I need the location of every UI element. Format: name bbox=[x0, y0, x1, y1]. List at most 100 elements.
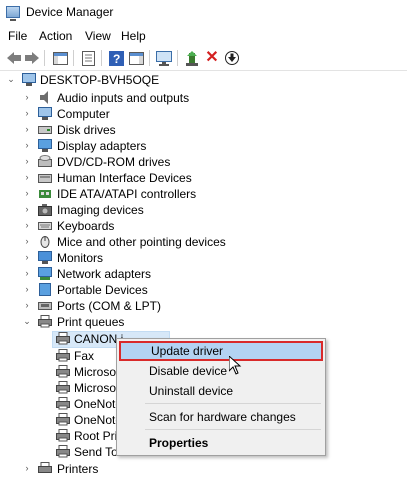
expand-chevron-icon[interactable]: › bbox=[22, 124, 32, 134]
printer-icon bbox=[38, 462, 52, 475]
properties-sheet-icon[interactable] bbox=[80, 50, 96, 66]
mouse-icon bbox=[38, 235, 52, 248]
uninstall-x-icon[interactable]: ✕ bbox=[204, 50, 220, 66]
context-menu: Update driver Disable device Uninstall d… bbox=[116, 338, 326, 456]
tree-category[interactable]: › Audio inputs and outputs bbox=[0, 90, 407, 106]
printer-icon bbox=[56, 381, 70, 394]
tree-category[interactable]: › Monitors bbox=[0, 250, 407, 266]
device-manager-icon bbox=[6, 6, 20, 21]
tree-category-label: Keyboards bbox=[57, 219, 115, 233]
properties-label: Properties bbox=[149, 436, 209, 450]
tree-category-label: Ports (COM & LPT) bbox=[57, 299, 162, 313]
toolbar-separator bbox=[44, 50, 45, 66]
ide-controller-icon bbox=[38, 187, 52, 200]
toolbar-separator bbox=[177, 50, 178, 66]
tree-category-label: Imaging devices bbox=[57, 203, 144, 217]
tree-category[interactable]: › Network adapters bbox=[0, 266, 407, 282]
scan-hardware-menu-item[interactable]: Scan for hardware changes bbox=[117, 407, 325, 427]
update-driver-label: Update driver bbox=[151, 344, 224, 358]
print-queue-item-label: OneNote bbox=[74, 413, 123, 427]
tree-category[interactable]: › Human Interface Devices bbox=[0, 170, 407, 186]
camera-icon bbox=[38, 203, 52, 216]
expand-chevron-icon[interactable]: › bbox=[22, 236, 32, 246]
keyboard-icon bbox=[38, 219, 52, 232]
expand-chevron-icon[interactable]: › bbox=[22, 204, 32, 214]
forward-arrow-icon[interactable] bbox=[24, 50, 40, 66]
expand-chevron-icon[interactable]: › bbox=[22, 284, 32, 294]
update-driver-menu-item[interactable]: Update driver bbox=[119, 341, 323, 361]
printer-icon bbox=[56, 397, 70, 410]
network-adapter-icon bbox=[38, 267, 52, 280]
print-queue-item-label: Microsof bbox=[74, 365, 120, 379]
expand-chevron-icon[interactable]: › bbox=[22, 188, 32, 198]
expand-chevron-icon[interactable]: › bbox=[22, 220, 32, 230]
tree-category-label: Human Interface Devices bbox=[57, 171, 192, 185]
action-pane-icon[interactable] bbox=[128, 50, 144, 66]
expand-chevron-icon[interactable]: › bbox=[22, 300, 32, 310]
tree-category-label: IDE ATA/ATAPI controllers bbox=[57, 187, 197, 201]
menu-help[interactable]: Help bbox=[121, 29, 146, 43]
portable-device-icon bbox=[38, 283, 52, 296]
svg-text:?: ? bbox=[113, 52, 120, 66]
show-hide-tree-icon[interactable] bbox=[52, 50, 68, 66]
expand-chevron-icon[interactable]: › bbox=[22, 252, 32, 262]
printer-icon bbox=[38, 315, 52, 328]
expand-chevron-icon[interactable]: › bbox=[22, 463, 32, 473]
tree-category[interactable]: › Display adapters bbox=[0, 138, 407, 154]
tree-category[interactable]: › DVD/CD-ROM drives bbox=[0, 154, 407, 170]
tree-category-expanded[interactable]: ⌄ Print queues bbox=[0, 314, 407, 330]
tree-category[interactable]: › Mice and other pointing devices bbox=[0, 234, 407, 250]
tree-category-label: Display adapters bbox=[57, 139, 147, 153]
disable-device-menu-item[interactable]: Disable device bbox=[117, 361, 325, 381]
tree-category[interactable]: › IDE ATA/ATAPI controllers bbox=[0, 186, 407, 202]
tree-category-label: Audio inputs and outputs bbox=[57, 91, 190, 105]
toolbar: ? ✕ bbox=[0, 46, 407, 71]
collapse-chevron-icon[interactable]: ⌄ bbox=[22, 316, 32, 326]
scan-hardware-label: Scan for hardware changes bbox=[149, 410, 296, 424]
monitor-icon bbox=[38, 251, 52, 264]
collapse-chevron-icon[interactable]: ⌄ bbox=[6, 74, 16, 84]
expand-chevron-icon[interactable]: › bbox=[22, 108, 32, 118]
uninstall-device-label: Uninstall device bbox=[149, 384, 234, 398]
tree-category-label: Computer bbox=[57, 107, 110, 121]
expand-chevron-icon[interactable]: › bbox=[22, 92, 32, 102]
tree-category[interactable]: › Disk drives bbox=[0, 122, 407, 138]
dvd-drive-icon bbox=[38, 155, 52, 168]
uninstall-device-menu-item[interactable]: Uninstall device bbox=[117, 381, 325, 401]
menu-view[interactable]: View bbox=[85, 29, 111, 43]
tree-category-label: Mice and other pointing devices bbox=[57, 235, 226, 249]
tree-root-label: DESKTOP-BVH5OQE bbox=[40, 73, 160, 87]
print-queue-item-label: OneNote bbox=[74, 397, 123, 411]
expand-chevron-icon[interactable]: › bbox=[22, 172, 32, 182]
toolbar-separator bbox=[149, 50, 150, 66]
tree-category[interactable]: › Portable Devices bbox=[0, 282, 407, 298]
scan-hardware-icon[interactable] bbox=[156, 50, 172, 66]
menu-action[interactable]: Action bbox=[39, 29, 72, 43]
tree-category-label: Network adapters bbox=[57, 267, 152, 281]
expand-chevron-icon[interactable]: › bbox=[22, 268, 32, 278]
menu-separator bbox=[145, 403, 321, 404]
display-adapter-icon bbox=[38, 139, 52, 152]
tree-category[interactable]: › Printers bbox=[0, 461, 407, 477]
hid-icon bbox=[38, 171, 52, 184]
tree-category[interactable]: › Keyboards bbox=[0, 218, 407, 234]
disk-drive-icon bbox=[38, 123, 52, 136]
back-arrow-icon[interactable] bbox=[6, 50, 22, 66]
help-icon[interactable]: ? bbox=[108, 50, 124, 66]
tree-category-label: Print queues bbox=[57, 315, 125, 329]
tree-category[interactable]: › Computer bbox=[0, 106, 407, 122]
properties-menu-item[interactable]: Properties bbox=[117, 433, 325, 453]
tree-root[interactable]: ⌄ DESKTOP-BVH5OQE bbox=[0, 72, 407, 88]
tree-category-label: DVD/CD-ROM drives bbox=[57, 155, 171, 169]
window-title: Device Manager bbox=[26, 5, 114, 19]
enable-device-icon[interactable] bbox=[224, 50, 240, 66]
expand-chevron-icon[interactable]: › bbox=[22, 140, 32, 150]
update-driver-icon[interactable] bbox=[184, 50, 200, 66]
tree-category[interactable]: › Ports (COM & LPT) bbox=[0, 298, 407, 314]
expand-chevron-icon[interactable]: › bbox=[22, 156, 32, 166]
disable-device-label: Disable device bbox=[149, 364, 228, 378]
printer-icon bbox=[56, 349, 70, 362]
menu-file[interactable]: File bbox=[8, 29, 27, 43]
computer-icon bbox=[22, 73, 36, 86]
tree-category[interactable]: › Imaging devices bbox=[0, 202, 407, 218]
